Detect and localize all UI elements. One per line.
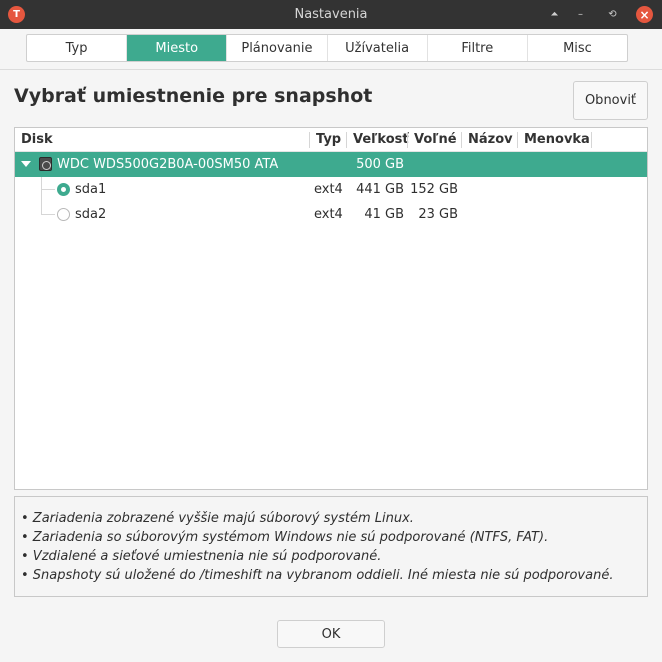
- tab-uzivatelia[interactable]: Užívatelia: [328, 35, 428, 61]
- tab-typ[interactable]: Typ: [27, 35, 128, 61]
- partition-name: sda2: [75, 207, 107, 222]
- column-header-free[interactable]: Voľné: [408, 128, 457, 152]
- minimize-button[interactable]: –: [572, 6, 589, 23]
- divider: [0, 69, 662, 70]
- column-header-size[interactable]: Veľkosť: [347, 128, 409, 152]
- column-header-disk[interactable]: Disk: [15, 128, 53, 152]
- partition-radio-sda1[interactable]: [57, 183, 70, 196]
- app-icon: T: [8, 6, 25, 23]
- partition-free: 23 GB: [418, 207, 458, 222]
- disk-size: 500 GB: [356, 157, 404, 172]
- partition-free: 152 GB: [410, 182, 458, 197]
- close-button[interactable]: ×: [636, 6, 653, 23]
- collapse-triangle-icon[interactable]: [21, 161, 31, 167]
- refresh-button[interactable]: Obnoviť: [573, 81, 648, 120]
- tab-filtre[interactable]: Filtre: [428, 35, 528, 61]
- partition-size: 441 GB: [356, 182, 404, 197]
- tab-misc[interactable]: Misc: [528, 35, 627, 61]
- partition-name: sda1: [75, 182, 107, 197]
- column-header-label[interactable]: Menovka: [518, 128, 590, 152]
- note-line: • Zariadenia so súborovým systémom Windo…: [21, 530, 549, 545]
- partition-radio-sda2[interactable]: [57, 208, 70, 221]
- partition-row[interactable]: sda2 ext4 41 GB 23 GB: [15, 202, 647, 227]
- note-line: • Vzdialené a sieťové umiestnenia nie sú…: [21, 549, 382, 564]
- hard-disk-icon: [39, 157, 52, 171]
- disk-row[interactable]: WDC WDS500G2B0A-00SM50 ATA 500 GB: [15, 152, 647, 177]
- keep-above-icon[interactable]: ⏶: [546, 6, 563, 23]
- partition-row[interactable]: sda1 ext4 441 GB 152 GB: [15, 177, 647, 202]
- note-line: • Zariadenia zobrazené vyššie majú súbor…: [21, 511, 414, 526]
- ok-button[interactable]: OK: [277, 620, 385, 648]
- info-notes: • Zariadenia zobrazené vyššie majú súbor…: [14, 496, 648, 597]
- page-title: Vybrať umiestnenie pre snapshot: [14, 85, 373, 107]
- title-bar: T Nastavenia ⏶ – ⟲ ×: [0, 0, 662, 29]
- column-header-name[interactable]: Názov: [462, 128, 513, 152]
- note-line: • Snapshoty sú uložené do /timeshift na …: [21, 568, 614, 583]
- table-header: Disk Typ Veľkosť Voľné Názov Menovka: [15, 128, 647, 152]
- column-separator: [591, 132, 592, 148]
- restore-button[interactable]: ⟲: [604, 6, 621, 23]
- column-header-type[interactable]: Typ: [310, 128, 341, 152]
- tab-bar: Typ Miesto Plánovanie Užívatelia Filtre …: [26, 34, 628, 62]
- disk-name: WDC WDS500G2B0A-00SM50 ATA: [57, 157, 279, 172]
- partition-size: 41 GB: [364, 207, 404, 222]
- tab-miesto[interactable]: Miesto: [127, 35, 228, 61]
- device-table: Disk Typ Veľkosť Voľné Názov Menovka WDC…: [14, 127, 648, 490]
- tab-planovanie[interactable]: Plánovanie: [227, 35, 328, 61]
- window-title: Nastavenia: [294, 7, 368, 22]
